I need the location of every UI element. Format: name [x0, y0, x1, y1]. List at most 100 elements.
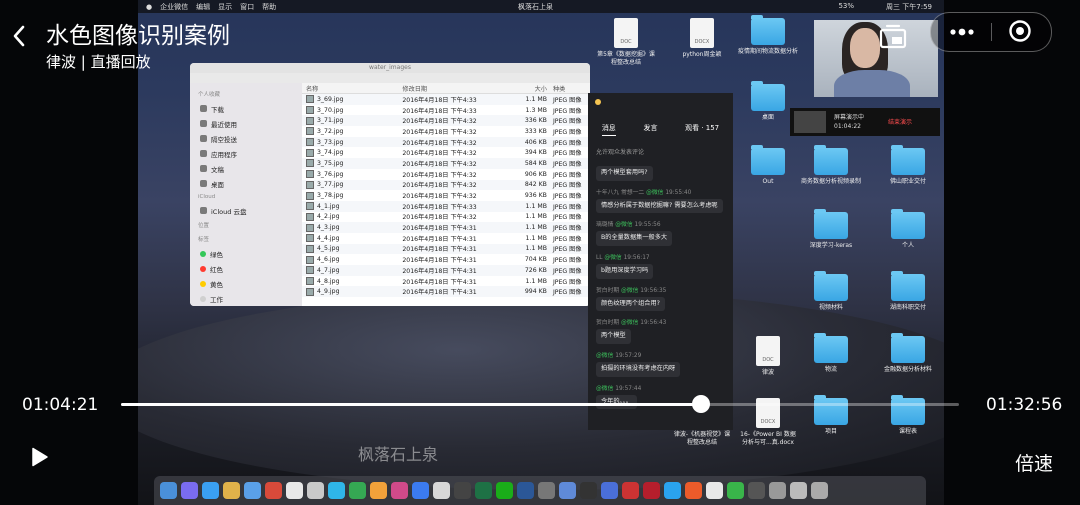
dock-app-icon: [727, 482, 744, 499]
dock-app-icon: [496, 482, 513, 499]
file-row: 4_8.jpg 2016年4月18日 下午4:31 1.1 MB JPEG 图像: [302, 276, 590, 287]
finder-title: water_images: [190, 63, 590, 73]
file-kind: JPEG 图像: [552, 118, 582, 126]
file-name: 3_78.jpg: [317, 192, 344, 200]
file-size: 906 KB: [524, 170, 547, 178]
airdrop-icon: [200, 135, 207, 142]
back-arrow-icon[interactable]: [9, 22, 31, 50]
desktop-icon-label: 律波: [761, 369, 774, 376]
file-size: 1.1 MB: [525, 245, 547, 253]
file-size: 584 KB: [524, 159, 547, 167]
sidebar-section-title: 标签: [198, 237, 210, 243]
file-row: 3_75.jpg 2016年4月18日 下午4:32 584 KB JPEG 图像: [302, 158, 590, 169]
menubar-item: 显示: [218, 2, 233, 11]
chat-text: 拍摄的环境没有考虑在内呀: [596, 362, 681, 377]
file-name: 4_8.jpg: [317, 277, 340, 285]
desktop-icon-label: 课程表: [898, 428, 917, 435]
file-list: 名称 修改日期 大小 种类 3_69.jpg 2016年4月18日 下午4:33 1…: [302, 83, 590, 306]
file-kind: JPEG 图像: [552, 160, 582, 168]
file-row: 3_77.jpg 2016年4月18日 下午4:32 842 KB JPEG 图像: [302, 179, 590, 191]
video-watermark: 枫落石上泉: [358, 445, 439, 464]
file-kind: JPEG 图像: [552, 225, 582, 233]
page-subtitle: 律波 | 直播回放: [46, 53, 151, 71]
floating-window-icon[interactable]: [876, 22, 910, 52]
file-row: 4_1.jpg 2016年4月18日 下午4:33 1.1 MB JPEG 图像: [302, 200, 590, 212]
file-kind: JPEG 图像: [552, 289, 582, 297]
desktop-wallpaper: [138, 290, 944, 490]
file-name: 4_1.jpg: [317, 202, 340, 210]
file-kind: JPEG 图像: [552, 257, 582, 265]
file-name: 4_5.jpg: [317, 245, 340, 253]
progress-fill: [121, 403, 701, 406]
jpg-file-icon: [306, 223, 314, 232]
progress-bar[interactable]: [121, 395, 959, 413]
file-row: 3_73.jpg 2016年4月18日 下午4:32 406 KB JPEG 图像: [302, 136, 590, 148]
cloud-icon: [200, 207, 207, 214]
sidebar-tag: 工作: [190, 291, 302, 306]
tag-dot-icon: [200, 250, 206, 257]
chat-tab-speak: 发言: [643, 124, 658, 132]
tag-dot-icon: [200, 280, 206, 287]
playback-speed-button[interactable]: 倍速: [1015, 449, 1053, 476]
desktop-icon-label: python周金颖: [682, 51, 722, 58]
folder-icon: [891, 333, 925, 363]
desktop-icon-label: 桌面: [761, 114, 774, 121]
tag-dot-icon: [200, 265, 206, 272]
file-name: 4_2.jpg: [317, 213, 340, 221]
close-target-icon[interactable]: [1008, 19, 1032, 43]
more-options-icon[interactable]: [947, 23, 977, 41]
folder-icon: [751, 145, 785, 175]
dock-app-icon: [559, 482, 576, 499]
file-row: 3_78.jpg 2016年4月18日 下午4:32 936 KB JPEG 图像: [302, 190, 590, 201]
desktop-icon-item: 湖南科职交付: [878, 271, 938, 312]
progress-thumb[interactable]: [691, 395, 710, 413]
file-row: 4_4.jpg 2016年4月18日 下午4:31 1.1 MB JPEG 图像: [302, 233, 590, 244]
capsule-divider: [991, 23, 992, 41]
chat-user: 璃璐情: [596, 222, 614, 229]
file-date: 2016年4月18日 下午4:32: [402, 128, 477, 136]
dock-app-icon: [328, 482, 345, 499]
jpg-file-icon: [306, 234, 314, 243]
play-icon[interactable]: [28, 446, 50, 468]
share-thumbnail: [794, 111, 826, 133]
folder-icon: [751, 15, 785, 45]
chat-text: 两个模型: [596, 329, 631, 345]
file-date: 2016年4月18日 下午4:33: [402, 203, 477, 211]
chat-message: 十年八九 常想一二 @微信 19:55:40 情感分析属于数据挖掘嘛? 需要怎么考…: [596, 187, 728, 214]
dock-app-icon: [160, 482, 177, 499]
file-name: 3_70.jpg: [317, 106, 344, 114]
jpg-file-icon: [306, 255, 314, 264]
screen-share-bar: 屏幕演示中 01:04:22 结束演示: [790, 108, 940, 136]
chat-user: 贺白时期: [596, 320, 620, 327]
chat-source-tag: @微信: [604, 255, 622, 262]
file-kind: JPEG 图像: [552, 139, 582, 147]
chat-source-tag: @微信: [615, 222, 633, 229]
file-size: 1.1 MB: [525, 224, 547, 232]
chat-message: LL @微信 19:56:17 b题用深度学习吗: [596, 252, 728, 279]
file-row: 4_2.jpg 2016年4月18日 下午4:32 1.1 MB JPEG 图像: [302, 212, 590, 223]
desktop-icon-item: DOCX python周金颖: [672, 18, 732, 59]
sidebar-item-documents: 文稿: [190, 161, 302, 176]
sidebar-section-title: iCloud: [198, 194, 216, 200]
file-kind: JPEG 图像: [552, 96, 582, 104]
folder-icon: [751, 81, 785, 111]
column-header: 大小: [534, 85, 547, 93]
menubar-clock: 周三 下午7:59: [886, 3, 932, 11]
chat-message: 璃璐情 @微信 19:55:56 B的全量数据集一般多大: [596, 219, 728, 247]
folder-icon: [891, 209, 925, 239]
file-size: 336 KB: [524, 117, 547, 125]
file-date: 2016年4月18日 下午4:31: [402, 267, 477, 275]
dock-app-icon: [202, 482, 219, 499]
chat-user: 十年八九 常想一二: [596, 189, 645, 196]
dock-app-icon: [706, 482, 723, 499]
finder-sidebar: 个人收藏 下载 最近使用 隔空投送 应用程序 文稿 桌面 iCloud iClo…: [190, 83, 302, 306]
video-player[interactable]: ● 企业微信 编辑 显示 窗口 帮助 枫落石上泉 53% 周三 下午7:59 w…: [0, 0, 1080, 505]
file-name: 4_3.jpg: [317, 224, 340, 232]
chat-source-tag: @微信: [596, 385, 614, 392]
chat-time: 19:56:43: [640, 320, 667, 327]
video-screen[interactable]: ● 企业微信 编辑 显示 窗口 帮助 枫落石上泉 53% 周三 下午7:59 w…: [138, 0, 944, 505]
file-kind: JPEG 图像: [552, 246, 582, 254]
file-kind: JPEG 图像: [552, 193, 582, 201]
chat-text: B的全量数据集一般多大: [596, 231, 673, 247]
file-date: 2016年4月18日 下午4:32: [402, 160, 477, 168]
